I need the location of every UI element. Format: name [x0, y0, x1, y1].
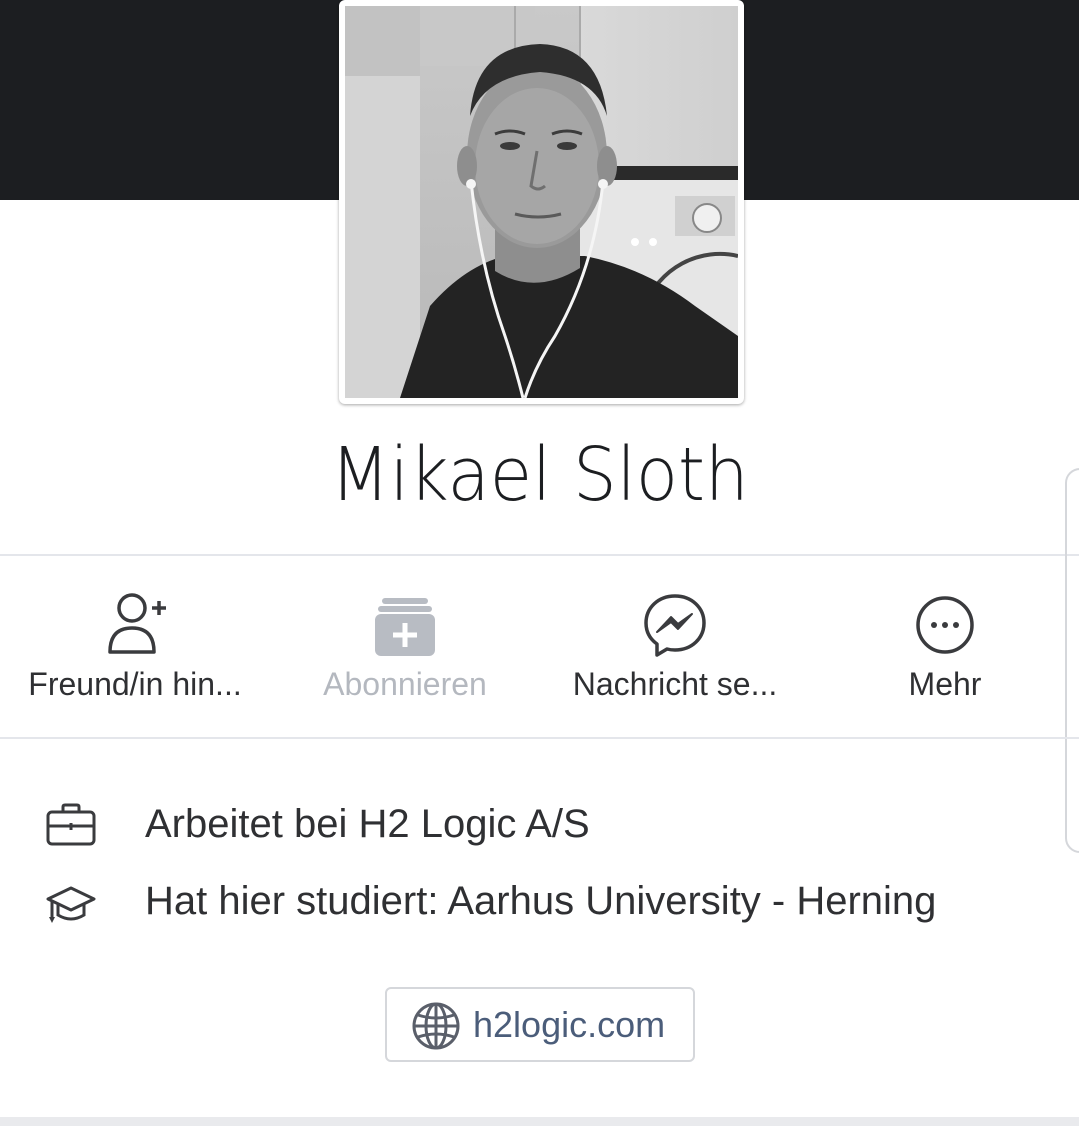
add-friend-button[interactable]: Freund/in hin...: [0, 556, 270, 736]
more-icon: [916, 596, 974, 654]
briefcase-icon: [46, 803, 96, 846]
add-friend-label: Freund/in hin...: [28, 666, 242, 702]
profile-actions: Freund/in hin... Abonnieren Nachricht se…: [0, 556, 1079, 736]
send-message-button[interactable]: Nachricht se...: [540, 556, 810, 736]
education-info[interactable]: Hat hier studiert: Aarhus University - H…: [0, 877, 1079, 937]
globe-icon: [412, 1002, 460, 1050]
profile-name: Mikael Sloth: [330, 432, 749, 518]
follow-icon: [375, 598, 435, 656]
more-button[interactable]: Mehr: [810, 556, 1079, 736]
profile-photo-image: [345, 6, 738, 398]
graduation-cap-icon: [46, 886, 96, 923]
website-text: h2logic.com: [473, 1004, 666, 1045]
more-label: Mehr: [908, 666, 982, 702]
messenger-icon: [644, 594, 706, 657]
work-info[interactable]: Arbeitet bei H2 Logic A/S: [0, 800, 1079, 860]
divider: [0, 737, 1079, 739]
work-text: Arbeitet bei H2 Logic A/S: [145, 802, 590, 846]
send-message-label: Nachricht se...: [572, 666, 778, 702]
education-text: Hat hier studiert: Aarhus University - H…: [145, 879, 937, 923]
profile-photo[interactable]: [339, 0, 744, 404]
add-friend-icon: [108, 593, 166, 654]
divider: [0, 1117, 1079, 1126]
follow-label: Abonnieren: [323, 666, 487, 702]
website-link[interactable]: h2logic.com: [385, 987, 695, 1062]
follow-button[interactable]: Abonnieren: [270, 556, 540, 736]
